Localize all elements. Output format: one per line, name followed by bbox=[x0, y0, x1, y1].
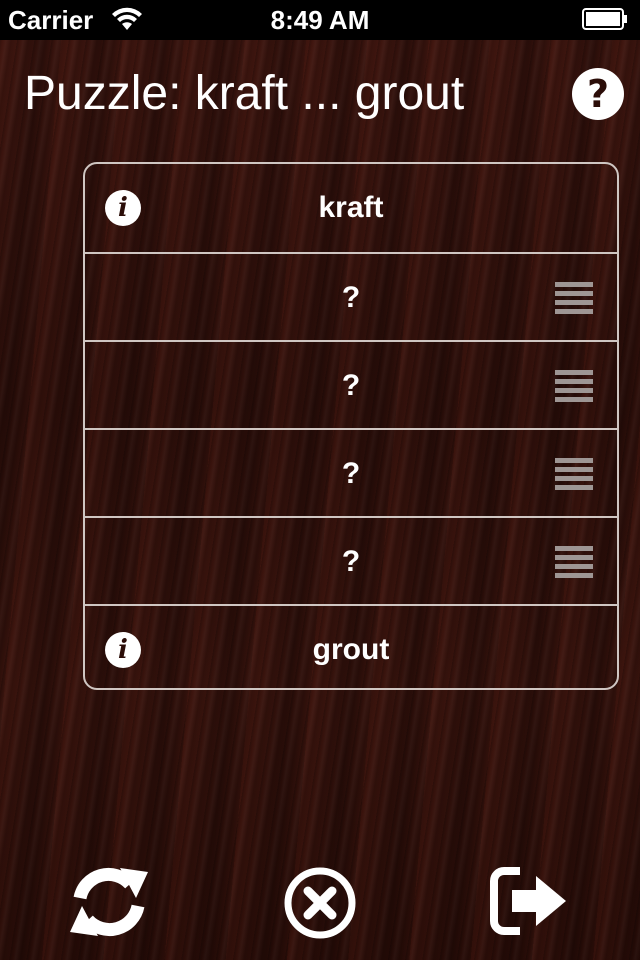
info-icon[interactable]: i bbox=[105, 190, 141, 226]
refresh-button[interactable] bbox=[64, 864, 154, 940]
page-title: Puzzle: kraft ... grout bbox=[24, 67, 465, 120]
blank-word-label: ? bbox=[341, 369, 361, 402]
list-item-end-word[interactable]: grout i bbox=[85, 604, 617, 688]
list-item-blank-1[interactable]: ? bbox=[85, 252, 617, 340]
clear-button[interactable] bbox=[283, 866, 357, 940]
close-circle-icon bbox=[284, 867, 356, 939]
clock: 8:49 AM bbox=[270, 5, 370, 35]
puzzle-word-list: kraft i ? ? ? ? grout i bbox=[83, 162, 619, 690]
exit-button[interactable] bbox=[490, 866, 570, 936]
blank-word-label: ? bbox=[341, 545, 361, 578]
blank-word-label: ? bbox=[341, 281, 361, 314]
drag-handle-icon[interactable] bbox=[555, 546, 593, 578]
exit-icon bbox=[490, 867, 566, 935]
drag-handle-icon[interactable] bbox=[555, 282, 593, 314]
list-item-blank-2[interactable]: ? bbox=[85, 340, 617, 428]
help-button[interactable]: ? bbox=[572, 68, 624, 120]
info-icon[interactable]: i bbox=[105, 632, 141, 668]
list-item-blank-4[interactable]: ? bbox=[85, 516, 617, 604]
drag-handle-icon[interactable] bbox=[555, 458, 593, 490]
status-bar: Carrier 8:49 AM bbox=[0, 0, 640, 40]
list-item-start-word[interactable]: kraft i bbox=[85, 164, 617, 252]
battery-icon bbox=[582, 8, 627, 30]
start-word-label: kraft bbox=[318, 191, 384, 224]
blank-word-label: ? bbox=[341, 457, 361, 490]
question-circle-icon: ? bbox=[586, 72, 610, 116]
end-word-label: grout bbox=[312, 633, 390, 666]
drag-handle-icon[interactable] bbox=[555, 370, 593, 402]
list-item-blank-3[interactable]: ? bbox=[85, 428, 617, 516]
